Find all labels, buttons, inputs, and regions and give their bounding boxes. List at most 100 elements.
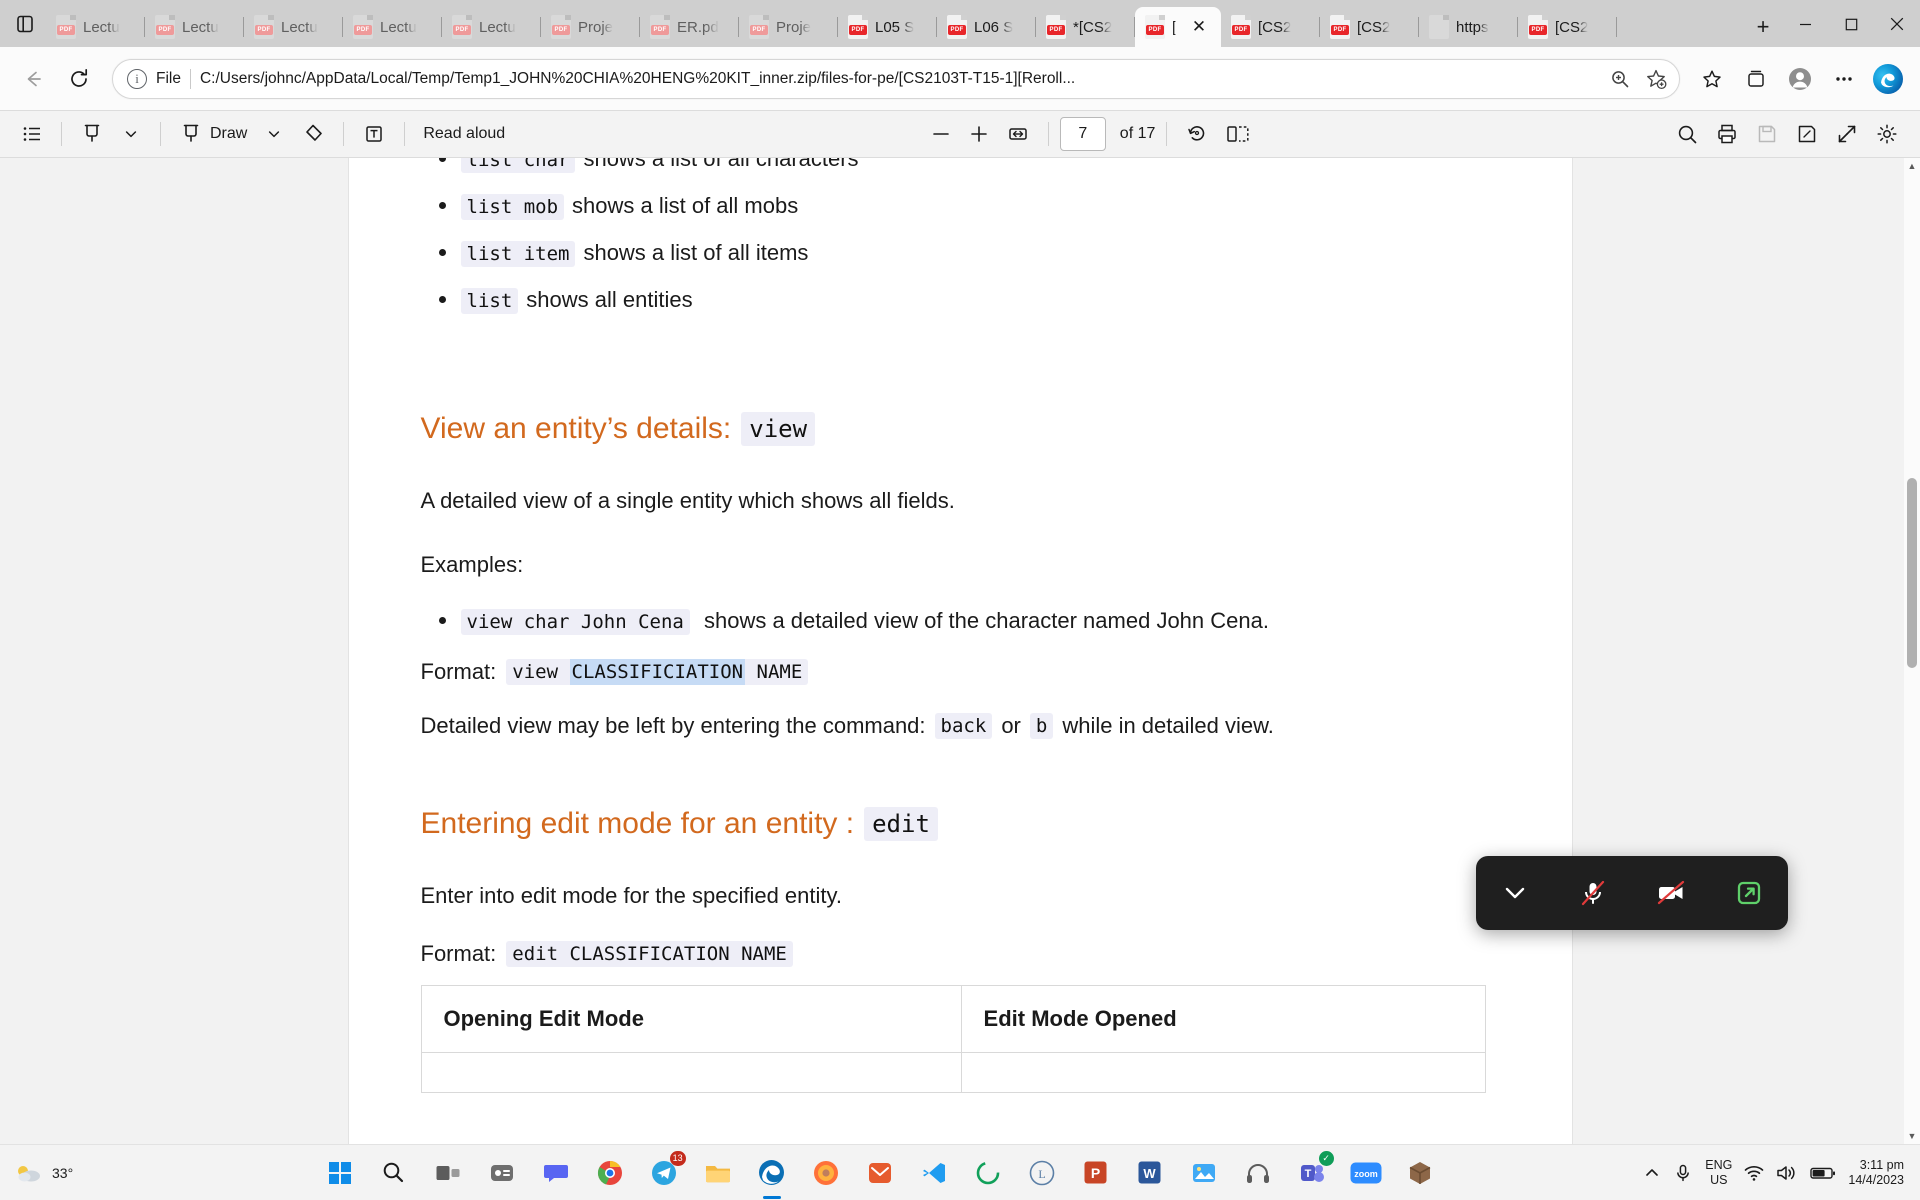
luminar-button[interactable]: L [1022,1153,1062,1193]
zoom-in-icon[interactable] [1603,62,1637,96]
firefox-button[interactable] [806,1153,846,1193]
photos-button[interactable] [1184,1153,1224,1193]
tab-actions-menu-button[interactable] [4,4,46,44]
task-view-button[interactable] [428,1153,468,1193]
maximize-button[interactable] [1828,7,1874,41]
share-screen-icon[interactable] [1722,866,1776,920]
telegram-button[interactable]: 13 [644,1153,684,1193]
page-view-icon[interactable] [1218,116,1258,152]
favorite-add-icon[interactable] [1639,62,1673,96]
table-of-contents-icon[interactable] [14,116,50,152]
file-explorer-button[interactable] [698,1153,738,1193]
table-row [421,1053,1485,1093]
browser-tab-7[interactable]: PDFProje [739,7,838,47]
browser-tab-5[interactable]: PDFProje [541,7,640,47]
clock[interactable]: 3:11 pm 14/4/2023 [1848,1158,1908,1188]
teams-button[interactable]: T ✓ [1292,1153,1332,1193]
search-button[interactable] [374,1153,414,1193]
close-button[interactable] [1874,7,1920,41]
wifi-icon[interactable] [1744,1164,1764,1182]
highlighter-chevron-down-icon[interactable] [113,116,149,152]
browser-tab-15[interactable]: PDF[CS2 [1518,7,1617,47]
url-text[interactable]: C:/Users/johnc/AppData/Local/Temp/Temp1_… [200,70,1594,88]
powerpoint-button[interactable]: P [1076,1153,1116,1193]
browser-tab-4[interactable]: PDFLectu [442,7,541,47]
draw-button[interactable]: Draw [172,116,254,152]
battery-icon[interactable] [1810,1165,1836,1181]
rotate-icon[interactable] [1178,116,1216,152]
vertical-scrollbar[interactable]: ▲ ▼ [1904,158,1920,1144]
read-aloud-button[interactable]: Read aloud [416,116,512,152]
zoom-button[interactable]: zoom [1346,1153,1386,1193]
scroll-down-arrow-icon[interactable]: ▼ [1904,1128,1920,1144]
command-code: list mob [461,194,565,220]
browser-tab-12[interactable]: PDF[CS2 [1221,7,1320,47]
gear-icon[interactable] [1868,116,1906,152]
edge-copilot-icon[interactable] [1868,59,1908,99]
url-omnibox[interactable]: i File C:/Users/johnc/AppData/Local/Temp… [112,59,1680,99]
favorites-icon[interactable] [1692,59,1732,99]
more-options-icon[interactable] [1824,59,1864,99]
browser-tab-3[interactable]: PDFLectu [343,7,442,47]
search-icon[interactable] [1669,116,1706,152]
browser-tab-8[interactable]: PDFL05 S [838,7,937,47]
edge-button[interactable] [752,1153,792,1193]
clock-date: 14/4/2023 [1848,1173,1904,1187]
scroll-up-arrow-icon[interactable]: ▲ [1904,158,1920,174]
close-icon[interactable]: ✕ [1187,15,1211,39]
browser-tab-6[interactable]: PDFER.pd [640,7,739,47]
microphone-muted-icon[interactable] [1566,866,1620,920]
zoom-meeting-controls[interactable] [1476,856,1788,930]
command-description: shows all entities [526,287,692,312]
audio-app-button[interactable] [1238,1153,1278,1193]
vscode-button[interactable] [914,1153,954,1193]
zoom-in-button[interactable] [961,116,997,152]
chrome-button[interactable] [590,1153,630,1193]
eraser-icon[interactable] [294,116,332,152]
minimize-button[interactable] [1782,7,1828,41]
browser-tab-10[interactable]: PDF*[CS2 [1036,7,1135,47]
collections-icon[interactable] [1736,59,1776,99]
save-as-icon[interactable] [1788,116,1826,152]
new-tab-button[interactable]: + [1744,10,1782,44]
browser-tab-11[interactable]: PDF[✕ [1135,7,1221,47]
pdf-document-area[interactable]: list charshows a list of all charactersl… [0,158,1920,1144]
view-note-row: Detailed view may be left by entering th… [421,713,1500,739]
fit-to-width-icon[interactable] [999,116,1037,152]
browser-tab-label: L06 S [974,19,1013,36]
refresh-button[interactable] [58,58,100,100]
language-indicator[interactable]: ENG US [1705,1158,1732,1187]
browser-tab-2[interactable]: PDFLectu [244,7,343,47]
draw-chevron-down-icon[interactable] [256,116,292,152]
partly-cloudy-icon [14,1161,44,1185]
page-number-input[interactable]: 7 [1060,117,1106,151]
word-button[interactable]: W [1130,1153,1170,1193]
package-button[interactable] [1400,1153,1440,1193]
weather-widget[interactable]: 33° [0,1161,116,1185]
highlighter-icon[interactable] [73,116,111,152]
site-info-icon[interactable]: i [127,69,147,89]
start-button[interactable] [320,1153,360,1193]
chevron-down-icon[interactable] [1488,866,1542,920]
speaker-icon[interactable] [1776,1164,1798,1182]
loading-app-button[interactable] [968,1153,1008,1193]
browser-tab-13[interactable]: PDF[CS2 [1320,7,1419,47]
save-icon[interactable] [1748,116,1786,152]
add-text-icon[interactable] [355,116,393,152]
chat-button[interactable] [536,1153,576,1193]
fullscreen-icon[interactable] [1828,116,1866,152]
browser-tab-1[interactable]: PDFLectu [145,7,244,47]
camera-off-icon[interactable] [1644,866,1698,920]
show-hidden-icons-icon[interactable] [1643,1164,1661,1182]
mail-button[interactable] [860,1153,900,1193]
browser-tab-14[interactable]: PDFhttps [1419,7,1518,47]
browser-tab-9[interactable]: PDFL06 S [937,7,1036,47]
print-icon[interactable] [1708,116,1746,152]
zoom-out-button[interactable] [923,116,959,152]
back-button[interactable] [12,58,54,100]
browser-tab-0[interactable]: PDFLectu [46,7,145,47]
scrollbar-thumb[interactable] [1907,478,1917,668]
profile-icon[interactable] [1780,59,1820,99]
microphone-icon[interactable] [1673,1163,1693,1183]
widgets-button[interactable] [482,1153,522,1193]
